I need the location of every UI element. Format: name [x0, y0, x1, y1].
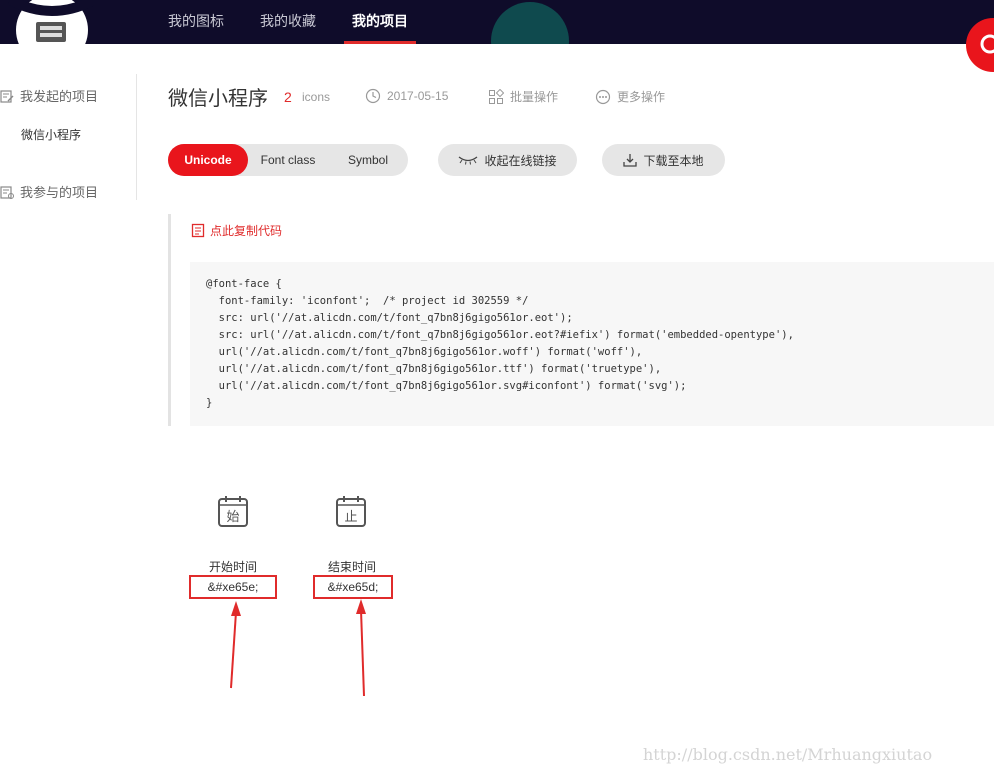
annotation-arrow-end: [360, 609, 365, 697]
more-action-button[interactable]: 更多操作: [595, 88, 665, 105]
code-line: url('//at.alicdn.com/t/font_q7bn8j6gigo5…: [206, 346, 643, 358]
nav-my-icons[interactable]: 我的图标: [168, 11, 224, 31]
code-section-bar: [168, 214, 171, 426]
copy-code-link[interactable]: 点此复制代码: [191, 222, 282, 239]
nav-my-favorites[interactable]: 我的收藏: [260, 11, 316, 31]
icon-code-end-time[interactable]: &#xe65d;: [313, 575, 393, 599]
joined-list-icon: [0, 185, 14, 199]
copy-code-label: 点此复制代码: [210, 224, 283, 238]
closed-eye-icon: [459, 156, 478, 165]
annotation-arrowhead-start: [231, 601, 241, 616]
decorative-circle: [491, 2, 569, 44]
code-line: font-family: 'iconfont'; /* project id 3…: [206, 295, 529, 307]
svg-text:始: 始: [226, 510, 239, 525]
nav-my-projects[interactable]: 我的项目: [352, 11, 408, 31]
top-navigation-bar: 我的图标 我的收藏 我的项目: [0, 0, 994, 44]
sidebar-joined-projects[interactable]: 我参与的项目: [0, 182, 98, 201]
tab-unicode[interactable]: Unicode: [168, 144, 248, 176]
sidebar-item-wechat-miniprogram[interactable]: 微信小程序: [21, 126, 81, 143]
icon-code-start-time[interactable]: &#xe65e;: [189, 575, 277, 599]
project-date: 2017-05-15: [365, 88, 448, 104]
code-line: url('//at.alicdn.com/t/font_q7bn8j6gigo5…: [206, 363, 662, 375]
more-dots-icon: [595, 89, 611, 104]
more-action-label: 更多操作: [617, 90, 666, 104]
code-type-tabs: Unicode Font class Symbol: [168, 144, 408, 176]
watermark-text: http://blog.csdn.net/Mrhuangxiutao: [643, 745, 933, 764]
icon-count-unit: icons: [302, 90, 331, 104]
document-icon: [191, 223, 205, 238]
project-title: 微信小程序: [168, 88, 268, 110]
annotation-arrowhead-end: [356, 599, 366, 614]
font-face-code-block[interactable]: @font-face { font-family: 'iconfont'; /*…: [190, 262, 994, 426]
code-line: @font-face {: [206, 278, 282, 290]
sidebar-initiated-projects[interactable]: 我发起的项目: [0, 86, 98, 105]
sidebar-divider: [136, 74, 137, 200]
calendar-start-icon[interactable]: 始: [216, 494, 250, 528]
search-button[interactable]: [966, 18, 994, 72]
sidebar-joined-label: 我参与的项目: [20, 185, 99, 200]
icon-name-start-time: 开始时间: [208, 560, 257, 574]
code-line: url('//at.alicdn.com/t/font_q7bn8j6gigo5…: [206, 380, 687, 392]
icon-name-end-time: 结束时间: [327, 560, 376, 574]
batch-action-label: 批量操作: [510, 90, 559, 104]
code-line: }: [206, 397, 213, 409]
collapse-link-label: 收起在线链接: [484, 153, 557, 168]
download-icon: [623, 154, 638, 167]
annotation-arrow-start: [230, 611, 237, 689]
code-line: src: url('//at.alicdn.com/t/font_q7bn8j6…: [206, 329, 794, 341]
download-button[interactable]: 下载至本地: [602, 144, 725, 176]
clock-icon: [365, 88, 381, 104]
icon-count: 2: [284, 89, 292, 105]
tab-font-class[interactable]: Font class: [248, 144, 328, 176]
batch-action-button[interactable]: 批量操作: [488, 88, 558, 105]
tab-symbol[interactable]: Symbol: [328, 144, 408, 176]
project-date-text: 2017-05-15: [387, 89, 449, 103]
svg-text:止: 止: [344, 510, 357, 525]
download-label: 下载至本地: [643, 153, 704, 168]
mascot-logo[interactable]: [0, 0, 94, 44]
code-line: src: url('//at.alicdn.com/t/font_q7bn8j6…: [206, 312, 573, 324]
nav-active-indicator: [344, 41, 416, 44]
grid-icon: [489, 88, 504, 104]
search-icon: [980, 34, 994, 54]
sidebar-initiated-label: 我发起的项目: [20, 89, 99, 104]
collapse-link-button[interactable]: 收起在线链接: [438, 144, 577, 176]
edit-list-icon: [0, 89, 14, 103]
calendar-end-icon[interactable]: 止: [334, 494, 368, 528]
